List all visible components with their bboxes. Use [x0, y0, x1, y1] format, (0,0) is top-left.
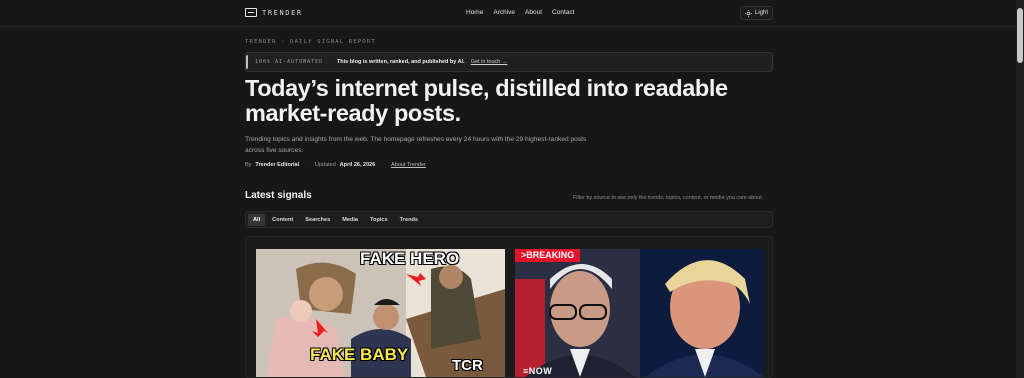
- ai-automated-tag: 100% AI-AUTOMATED: [255, 59, 324, 65]
- post-card-breaking[interactable]: >BREAKING ≡NOW: [515, 249, 764, 377]
- filter-searches[interactable]: Searches: [300, 214, 335, 226]
- news-network-logo-text: NOW: [528, 366, 553, 376]
- post-grid: FAKE HERO FAKE BABY TCR >BREAKING ≡NOW: [245, 236, 773, 378]
- breaking-badge-text: BREAKING: [526, 250, 575, 260]
- brand-name: TRENDER: [262, 8, 303, 17]
- theme-toggle-button[interactable]: Light: [740, 6, 773, 20]
- updated-label: Updated: [314, 162, 336, 168]
- news-network-logo: ≡NOW: [523, 366, 553, 376]
- main-nav: Home Archive About Contact: [466, 9, 574, 16]
- nav-contact[interactable]: Contact: [552, 9, 574, 16]
- brand-logo[interactable]: TRENDER: [245, 8, 303, 17]
- post-card-thumbnail[interactable]: FAKE HERO FAKE BABY TCR: [256, 249, 505, 377]
- thumbnail-label-fake-baby: FAKE BABY: [310, 345, 409, 364]
- nav-about[interactable]: About: [525, 9, 542, 16]
- get-in-touch-link[interactable]: Get in touch →: [471, 59, 508, 65]
- page-lede: Trending topics and insights from the we…: [245, 136, 587, 154]
- source-filter-bar: All Content Searches Media Topics Trends: [245, 211, 773, 228]
- byline-separator: ·: [306, 162, 308, 168]
- by-label: By: [245, 162, 252, 168]
- byline: By Trender Editorial · Updated April 26,…: [245, 162, 426, 168]
- about-link[interactable]: About Trender: [391, 162, 426, 168]
- filter-media[interactable]: Media: [337, 214, 363, 226]
- byline-separator: ·: [382, 162, 385, 168]
- banner-separator: ·: [329, 59, 331, 65]
- logo-icon: [245, 8, 257, 17]
- breaking-news-photo: [515, 249, 764, 377]
- page-kicker: TRENDER · DAILY SIGNAL REPORT: [245, 39, 376, 45]
- nav-archive[interactable]: Archive: [493, 9, 515, 16]
- top-navigation: TRENDER Home Archive About Contact Light: [0, 0, 1016, 27]
- sun-icon: [744, 9, 752, 17]
- ai-notice-banner: 100% AI-AUTOMATED · This blog is written…: [245, 52, 773, 72]
- theme-toggle-label: Light: [754, 10, 768, 16]
- banner-text: This blog is written, ranked, and publis…: [336, 59, 465, 65]
- scrollbar-thumb[interactable]: [1017, 8, 1023, 63]
- filter-trends[interactable]: Trends: [395, 214, 423, 226]
- page-scrollbar[interactable]: [1016, 0, 1024, 378]
- thumbnail-label-fake-hero: FAKE HERO: [360, 249, 460, 268]
- thumbnail-label-tcr: TCR: [452, 357, 483, 374]
- filter-all[interactable]: All: [248, 213, 266, 226]
- filter-hint: Filter by source to see only the trends,…: [573, 195, 764, 201]
- author-name: Trender Editorial: [255, 162, 300, 168]
- breaking-badge: >BREAKING: [515, 249, 581, 262]
- page-headline: Today’s internet pulse, distilled into r…: [245, 75, 728, 126]
- filter-content[interactable]: Content: [267, 214, 298, 226]
- filter-topics[interactable]: Topics: [365, 214, 393, 226]
- nav-home[interactable]: Home: [466, 9, 483, 16]
- updated-date: April 26, 2026: [339, 162, 376, 168]
- latest-signals-title: Latest signals: [245, 190, 312, 201]
